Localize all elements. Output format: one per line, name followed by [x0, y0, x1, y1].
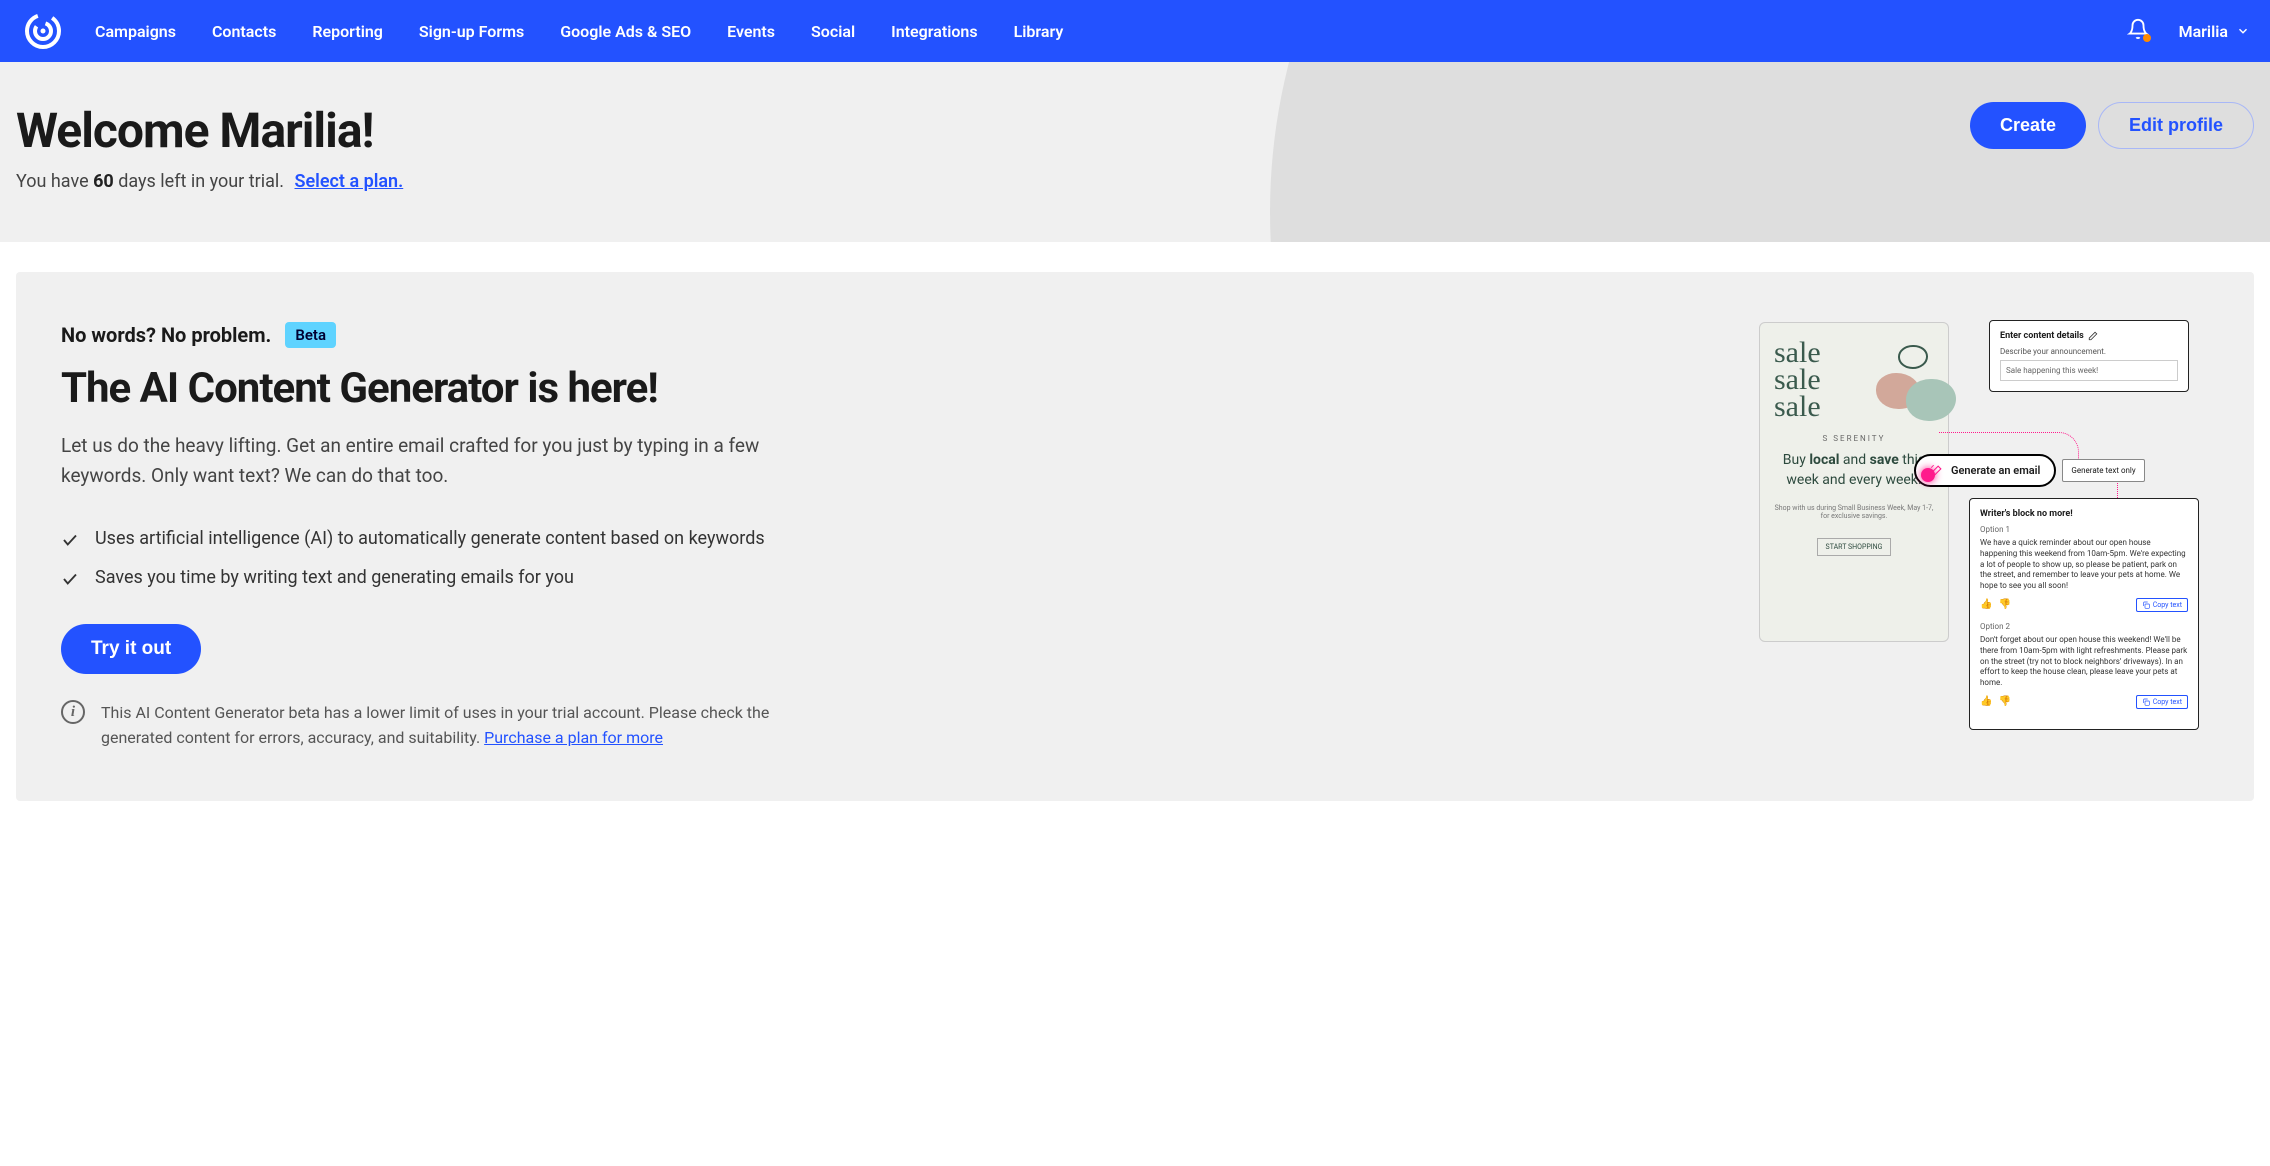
nav-items: Campaigns Contacts Reporting Sign-up For… — [95, 22, 2127, 41]
nav-right: Marilia — [2127, 18, 2250, 44]
preview-panel-title: Enter content details — [2000, 331, 2178, 341]
edit-profile-button[interactable]: Edit profile — [2098, 102, 2254, 149]
preview-copy: Buy local and save this week and every w… — [1774, 451, 1934, 490]
ai-content-card: No words? No problem. Beta The AI Conten… — [16, 272, 2254, 801]
option-label: Option 1 — [1980, 525, 2188, 534]
nav-google-ads-seo[interactable]: Google Ads & SEO — [560, 22, 691, 41]
option-text: We have a quick reminder about our open … — [1980, 538, 2188, 592]
trial-prefix: You have — [16, 171, 93, 192]
option-label: Option 2 — [1980, 622, 2188, 631]
option-text: Don't forget about our open house this w… — [1980, 635, 2188, 689]
nav-events[interactable]: Events — [727, 22, 775, 41]
nav-reporting[interactable]: Reporting — [312, 22, 383, 41]
preview-shop-button: START SHOPPING — [1817, 538, 1892, 556]
card-left: No words? No problem. Beta The AI Conten… — [61, 322, 861, 751]
feature-item: Saves you time by writing text and gener… — [61, 567, 861, 588]
info-icon: i — [61, 700, 85, 724]
preview-panel-input: Sale happening this week! — [2000, 360, 2178, 381]
preview-brand: S SERENITY — [1774, 434, 1934, 443]
preview-output-panel: Writer's block no more! Option 1 We have… — [1969, 498, 2199, 730]
tagline-row: No words? No problem. Beta — [61, 322, 861, 348]
hero-left: Welcome Marilia! You have 60 days left i… — [16, 102, 403, 192]
chevron-down-icon — [2236, 24, 2250, 38]
preview-option-1: Option 1 We have a quick reminder about … — [1980, 525, 2188, 612]
nav-signup-forms[interactable]: Sign-up Forms — [419, 22, 524, 41]
feature-item: Uses artificial intelligence (AI) to aut… — [61, 528, 861, 549]
preview-option-2: Option 2 Don't forget about our open hou… — [1980, 622, 2188, 709]
feature-text: Uses artificial intelligence (AI) to aut… — [95, 528, 765, 549]
preview-generate-email-pill: Generate an email — [1914, 454, 2056, 487]
preview-input-panel: Enter content details Describe your anno… — [1989, 320, 2189, 392]
nav-integrations[interactable]: Integrations — [891, 22, 977, 41]
check-icon — [61, 570, 79, 588]
feature-list: Uses artificial intelligence (AI) to aut… — [61, 528, 861, 588]
hero-decorative-curve — [1270, 62, 2270, 242]
thumbs-down-icon: 👎 — [1998, 599, 2010, 610]
thumbs-down-icon: 👎 — [1998, 696, 2010, 707]
notification-dot-icon — [2143, 34, 2151, 42]
option-footer: 👍 👎 Copy text — [1980, 598, 2188, 612]
copy-icon — [2142, 698, 2150, 706]
disclaimer-text: This AI Content Generator beta has a low… — [101, 700, 821, 751]
copy-text-button: Copy text — [2136, 598, 2188, 612]
try-it-out-button[interactable]: Try it out — [61, 624, 201, 674]
thumbs-up-icon: 👍 — [1980, 599, 1992, 610]
thumbs: 👍 👎 — [1980, 599, 2011, 610]
nav-campaigns[interactable]: Campaigns — [95, 22, 176, 41]
preview-pills: Generate an email Generate text only — [1914, 454, 2145, 487]
disclaimer-body: This AI Content Generator beta has a low… — [101, 703, 769, 748]
preview-subtext: Shop with us during Small Business Week,… — [1774, 504, 1934, 520]
tagline-text: No words? No problem. — [61, 323, 271, 347]
blob-icon — [1906, 379, 1956, 421]
thumbs-up-icon: 👍 — [1980, 696, 1992, 707]
notifications-button[interactable] — [2127, 18, 2149, 44]
cursor-dot-icon — [1921, 468, 1935, 482]
content: No words? No problem. Beta The AI Conten… — [0, 242, 2270, 831]
nav-social[interactable]: Social — [811, 22, 855, 41]
trial-days: 60 — [93, 171, 114, 192]
beta-badge: Beta — [285, 322, 336, 348]
blob-icon — [1898, 345, 1928, 369]
user-name: Marilia — [2179, 22, 2228, 41]
preview-generate-text-pill: Generate text only — [2062, 459, 2144, 482]
feature-text: Saves you time by writing text and gener… — [95, 567, 574, 588]
pencil-icon — [2088, 331, 2098, 341]
copy-text-button: Copy text — [2136, 695, 2188, 709]
option-footer: 👍 👎 Copy text — [1980, 695, 2188, 709]
top-nav: Campaigns Contacts Reporting Sign-up For… — [0, 0, 2270, 62]
select-plan-link[interactable]: Select a plan. — [295, 171, 404, 192]
purchase-plan-link[interactable]: Purchase a plan for more — [484, 728, 663, 747]
nav-library[interactable]: Library — [1014, 22, 1064, 41]
thumbs: 👍 👎 — [1980, 696, 2011, 707]
brand-logo[interactable] — [20, 9, 65, 54]
create-button[interactable]: Create — [1970, 102, 2086, 149]
trial-suffix: days left in your trial. — [114, 171, 284, 192]
card-description: Let us do the heavy lifting. Get an enti… — [61, 431, 761, 492]
preview-panel-label: Describe your announcement. — [2000, 347, 2178, 356]
trial-subtitle: You have 60 days left in your trial. Sel… — [16, 171, 403, 192]
disclaimer: i This AI Content Generator beta has a l… — [61, 700, 821, 751]
hero-actions: Create Edit profile — [1970, 102, 2254, 149]
card-illustration: sale sale sale S SERENITY Buy local and … — [1759, 322, 2209, 751]
preview-output-title: Writer's block no more! — [1980, 509, 2188, 519]
card-title: The AI Content Generator is here! — [61, 364, 861, 413]
user-menu[interactable]: Marilia — [2179, 22, 2250, 41]
nav-contacts[interactable]: Contacts — [212, 22, 276, 41]
hero: Welcome Marilia! You have 60 days left i… — [0, 62, 2270, 242]
copy-icon — [2142, 601, 2150, 609]
page-title: Welcome Marilia! — [16, 102, 403, 159]
check-icon — [61, 531, 79, 549]
